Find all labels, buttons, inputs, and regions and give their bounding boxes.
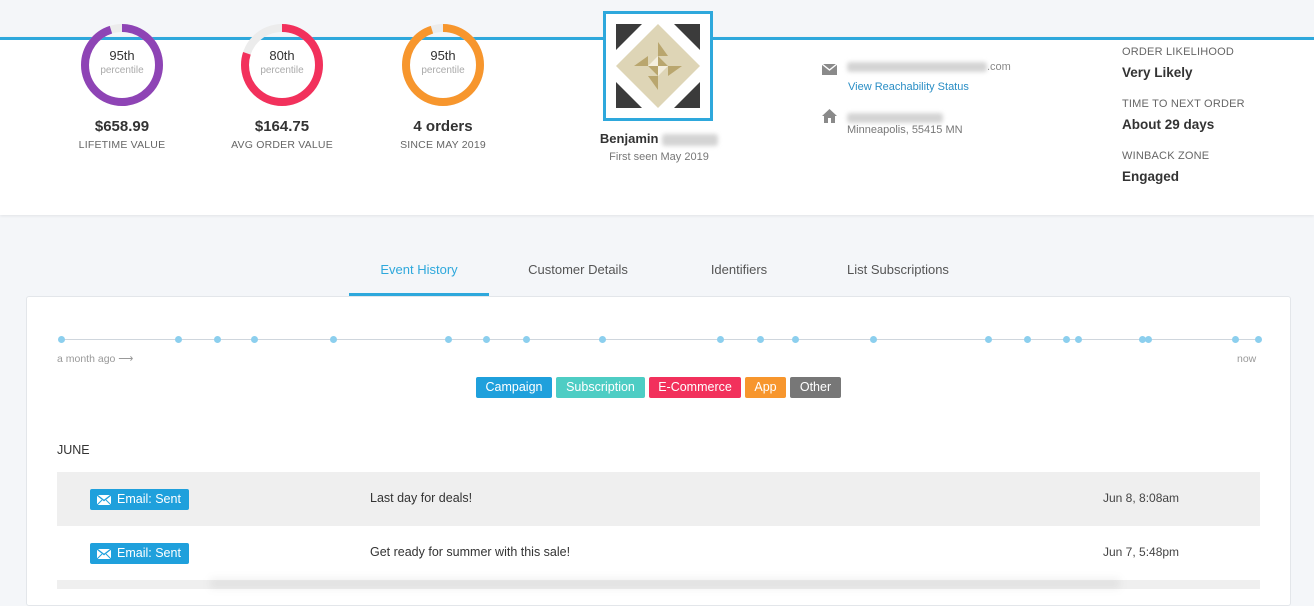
percentile-caption: percentile	[260, 65, 304, 76]
lifetime-value-label: LIFETIME VALUE	[78, 139, 166, 151]
legend-subscription[interactable]: Subscription	[556, 377, 645, 398]
timeline-event-dot[interactable]	[329, 336, 337, 343]
percentile-value: 95th	[430, 48, 456, 63]
tab-identifiers[interactable]: Identifiers	[679, 252, 799, 296]
legend-app[interactable]: App	[745, 377, 786, 398]
timeline-event-dot[interactable]	[1062, 336, 1070, 343]
timeline-event-dot[interactable]	[1254, 336, 1262, 343]
order-likelihood-value: Very Likely	[1122, 65, 1193, 80]
event-date: Jun 7, 5:48pm	[1103, 545, 1180, 559]
winback-zone-value: Engaged	[1122, 169, 1180, 184]
event-title: Get ready for summer with this sale!	[370, 545, 571, 559]
event-title: Last day for deals!	[370, 491, 473, 505]
customer-first-name: Benjamin	[599, 131, 659, 146]
timeline-event-dot[interactable]	[1074, 336, 1082, 343]
timeline-event-dot[interactable]	[522, 336, 530, 343]
redacted-street	[847, 112, 943, 123]
timeline-event-dot[interactable]	[598, 336, 606, 343]
timeline-start-label: a month ago ⟶	[57, 353, 134, 365]
event-type-badge: Email: Sent	[90, 489, 189, 510]
event-row[interactable]: Email: Sent Last day for deals! Jun 8, 8…	[57, 472, 1260, 526]
tab-event-history[interactable]: Event History	[349, 252, 489, 296]
percentile-caption: percentile	[100, 65, 144, 76]
timeline-event-dot[interactable]	[791, 336, 799, 343]
email-domain-suffix: .com	[987, 61, 1011, 73]
avg-order-value-label: AVG ORDER VALUE	[231, 139, 333, 151]
event-type-badge: Email: Sent	[90, 543, 189, 564]
timeline-event-dot[interactable]	[716, 336, 724, 343]
timeline-event-dot[interactable]	[444, 336, 452, 343]
event-row[interactable]: Email: Sent Get ready for summer with th…	[57, 526, 1260, 580]
stat-lifetime-value: 95th percentile $658.99 LIFETIME VALUE	[47, 22, 197, 151]
customer-email: .com	[847, 61, 1011, 73]
timeline-event-dot[interactable]	[213, 336, 221, 343]
home-icon	[822, 109, 837, 128]
view-reachability-link[interactable]: View Reachability Status	[848, 81, 969, 93]
customer-name: Benjamin	[560, 131, 758, 146]
envelope-icon	[96, 494, 112, 506]
percentile-ring: 95th percentile	[400, 22, 486, 108]
envelope-icon	[821, 62, 838, 80]
timeline-event-dot[interactable]	[482, 336, 490, 343]
event-date: Jun 8, 8:08am	[1103, 491, 1180, 505]
timeline-event-dot[interactable]	[869, 336, 877, 343]
scroll-shadow	[210, 578, 1120, 589]
city-address: Minneapolis, 55415 MN	[847, 124, 963, 136]
avg-order-value: $164.75	[254, 118, 310, 135]
percentile-caption: percentile	[421, 65, 465, 76]
percentile-value: 80th	[269, 48, 295, 63]
geometric-avatar-icon	[616, 24, 700, 108]
event-type-label: Email: Sent	[117, 492, 181, 506]
envelope-icon	[96, 548, 112, 560]
percentile-value: 95th	[109, 48, 135, 63]
order-likelihood-label: ORDER LIKELIHOOD	[1122, 46, 1235, 58]
stat-orders: 95th percentile 4 orders SINCE MAY 2019	[368, 22, 518, 151]
stat-avg-order-value: 80th percentile $164.75 AVG ORDER VALUE	[207, 22, 357, 151]
lifetime-value: $658.99	[94, 118, 150, 135]
event-type-label: Email: Sent	[117, 546, 181, 560]
customer-avatar	[603, 11, 713, 121]
timeline-event-dot[interactable]	[984, 336, 992, 343]
timeline-end-label: now	[1237, 353, 1257, 365]
timeline-event-dot[interactable]	[57, 336, 65, 343]
time-to-next-order-value: About 29 days	[1122, 117, 1215, 132]
legend-other[interactable]: Other	[790, 377, 841, 398]
redacted-email	[847, 62, 987, 73]
month-heading: JUNE	[57, 443, 90, 457]
first-seen-date: First seen May 2019	[609, 151, 709, 163]
order-count-label: SINCE MAY 2019	[400, 139, 486, 151]
order-count: 4 orders	[413, 118, 473, 135]
timeline-event-dot[interactable]	[250, 336, 258, 343]
tab-list-subscriptions[interactable]: List Subscriptions	[833, 252, 963, 296]
timeline-event-dot[interactable]	[1231, 336, 1239, 343]
timeline-event-dot[interactable]	[756, 336, 764, 343]
timeline-event-dot[interactable]	[1144, 336, 1152, 343]
redacted-last-name	[662, 133, 719, 146]
timeline-event-dot[interactable]	[174, 336, 182, 343]
percentile-ring: 95th percentile	[79, 22, 165, 108]
legend-e-commerce[interactable]: E-Commerce	[649, 377, 741, 398]
winback-zone-label: WINBACK ZONE	[1122, 150, 1210, 162]
timeline-event-dot[interactable]	[1023, 336, 1031, 343]
legend-campaign[interactable]: Campaign	[476, 377, 552, 398]
tab-customer-details[interactable]: Customer Details	[508, 252, 648, 296]
time-to-next-order-label: TIME TO NEXT ORDER	[1122, 98, 1245, 110]
percentile-ring: 80th percentile	[239, 22, 325, 108]
